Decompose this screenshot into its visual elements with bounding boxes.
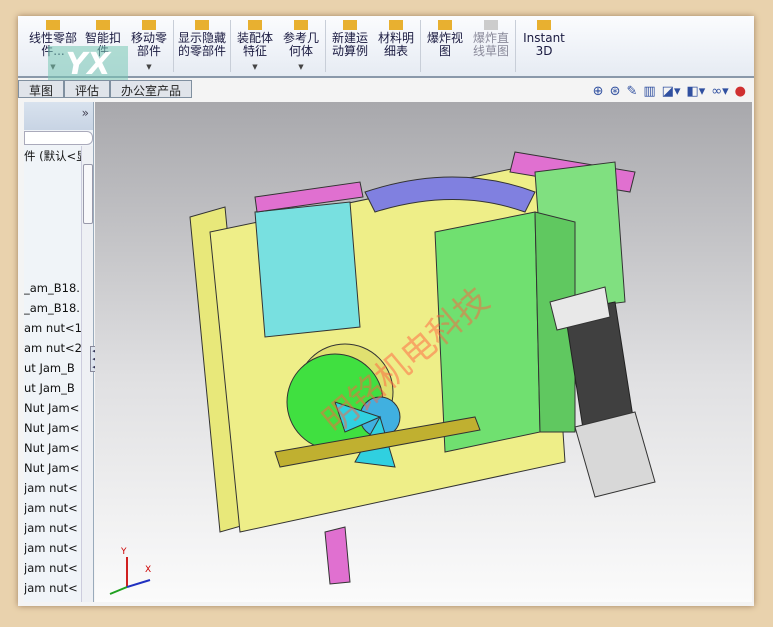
tree-scrollbar[interactable] <box>81 146 93 602</box>
move-component-icon <box>142 20 156 30</box>
linear-pattern-icon <box>46 20 60 30</box>
toolbar-button-label: 材料明细表 <box>377 31 414 58</box>
app-window: 线性零部件...▼智能扣件移动零部件▼显示隐藏的零部件装配体特征▼参考几何体▼新… <box>18 16 754 606</box>
tab-office[interactable]: 办公室产品 <box>110 80 193 98</box>
toolbar-button-label: 参考几何体 <box>282 31 319 58</box>
watermark-logo: YX <box>48 46 128 84</box>
zoom-fit-icon[interactable]: ⊕ <box>593 84 604 99</box>
scroll-thumb[interactable] <box>83 164 93 224</box>
toolbar-separator <box>420 20 421 72</box>
smart-fastener-icon <box>96 20 110 30</box>
toolbar-button-label: 新建运动算例 <box>331 31 368 58</box>
command-tabs: 草图 评估 办公室产品 <box>18 80 193 98</box>
assembly-model: 明铭机电科技 X Y <box>109 151 656 595</box>
tree-filter-input[interactable] <box>24 131 93 145</box>
toolbar-separator <box>230 20 231 72</box>
view-toolbar: ⊕ ⊛ ✎ ▥ ◪▾ ◧▾ ∞▾ ● <box>593 84 746 99</box>
toolbar-button-3[interactable]: 显示隐藏的零部件 <box>175 16 229 76</box>
bottom-bracket <box>324 526 351 585</box>
toolbar-separator <box>173 20 174 72</box>
toolbar-button-4[interactable]: 装配体特征 ▼ <box>232 16 278 76</box>
toolbar-button-label: 移动零部件 <box>130 31 167 58</box>
appearance-icon[interactable]: ● <box>735 84 746 99</box>
triad: X Y <box>109 547 151 595</box>
toolbar-button-5[interactable]: 参考几何体 ▼ <box>278 16 324 76</box>
motion-study-icon <box>343 20 357 30</box>
tab-sketch[interactable]: 草图 <box>18 80 65 98</box>
hide-show-icon[interactable]: ∞▾ <box>711 84 728 99</box>
toolbar-button-2[interactable]: 移动零部件 ▼ <box>126 16 172 76</box>
reference-geometry-icon <box>294 20 308 30</box>
motor-end <box>574 411 656 498</box>
explode-line-icon <box>484 20 498 30</box>
toolbar-button-label: Instant3D <box>523 31 565 58</box>
panel-expand-button[interactable]: » <box>24 102 93 130</box>
toolbar-button-label: 爆炸直线草图 <box>472 31 509 58</box>
view-orientation-icon[interactable]: ◪▾ <box>662 84 681 99</box>
toolbar-button-10[interactable]: Instant3D <box>517 16 571 76</box>
axis-x-label: X <box>145 565 151 575</box>
toolbar-button-label: 显示隐藏的零部件 <box>178 31 227 58</box>
graphics-viewport[interactable]: 明铭机电科技 X Y <box>95 102 752 602</box>
chevron-down-icon[interactable]: ▼ <box>252 61 257 74</box>
toolbar-button-8[interactable]: 爆炸视图 <box>422 16 468 76</box>
bom-icon <box>389 20 403 30</box>
toolbar-button-label: 装配体特征 <box>236 31 273 58</box>
toolbar-button-7[interactable]: 材料明细表 <box>373 16 419 76</box>
section-view-icon[interactable]: ▥ <box>643 84 655 99</box>
display-style-icon[interactable]: ◧▾ <box>686 84 705 99</box>
toolbar-separator <box>325 20 326 72</box>
tab-evaluate[interactable]: 评估 <box>64 80 111 98</box>
feature-manager-tree: » 件 (默认<显 _am_B18. _am_B18. am nut<1 am nut… <box>24 102 94 602</box>
assembly-toolbar: 线性零部件...▼智能扣件移动零部件▼显示隐藏的零部件装配体特征▼参考几何体▼新… <box>18 16 754 78</box>
previous-view-icon[interactable]: ✎ <box>626 84 637 99</box>
zoom-area-icon[interactable]: ⊛ <box>610 84 621 99</box>
toolbar-separator <box>515 20 516 72</box>
chevron-down-icon[interactable]: ▼ <box>146 61 151 74</box>
toolbar-button-9[interactable]: 爆炸直线草图 <box>468 16 514 76</box>
chevron-down-icon[interactable]: ▼ <box>298 61 303 74</box>
exploded-view-icon <box>438 20 452 30</box>
toolbar-button-6[interactable]: 新建运动算例 <box>327 16 373 76</box>
assembly-feature-icon <box>248 20 262 30</box>
axis-y-label: Y <box>120 547 127 557</box>
instant3d-icon <box>537 20 551 30</box>
toolbar-button-label: 爆炸视图 <box>426 31 463 58</box>
show-hidden-icon <box>195 20 209 30</box>
cyan-block <box>254 201 361 338</box>
